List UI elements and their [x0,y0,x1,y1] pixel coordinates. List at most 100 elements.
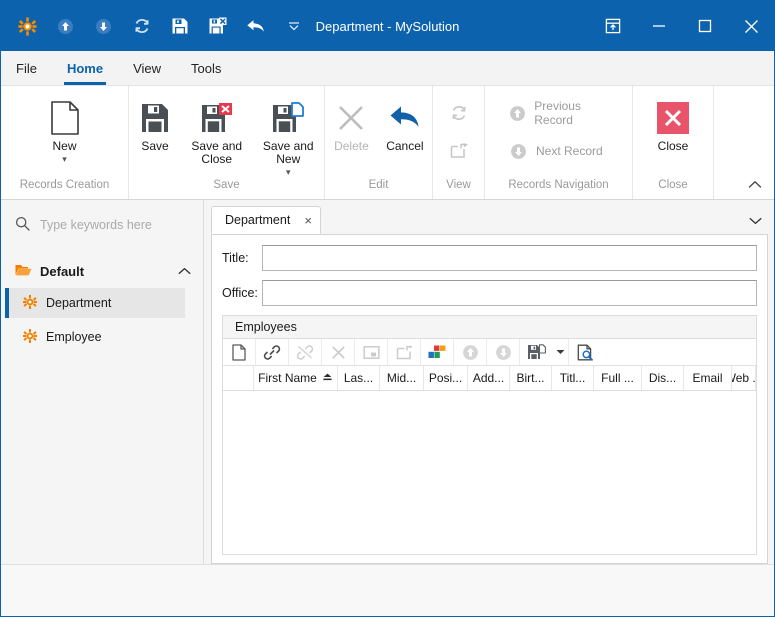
tab-file[interactable]: File [1,51,52,85]
grid-save-layout-button[interactable] [520,339,553,365]
delete-button-label: Delete [334,139,369,153]
search-input[interactable] [38,216,203,233]
delete-icon [337,96,365,140]
ribbon-group-view: View [433,86,485,199]
ribbon-group-edit-label: Edit [368,179,389,191]
refresh-button[interactable] [442,94,476,132]
save-icon [140,96,170,140]
nav-group-default[interactable]: Default [1,256,203,286]
grid-column-position[interactable]: Posi... [424,366,468,390]
ribbon-group-save: Save Save and Close Save and New ▾ Save [129,86,325,199]
chevron-up-icon[interactable] [178,264,191,278]
employees-group-title: Employees [222,315,757,339]
app-logo-icon[interactable] [13,12,42,41]
previous-record-icon [507,105,527,122]
next-record-button[interactable]: Next Record [501,132,622,170]
new-button[interactable]: New ▾ [39,92,91,166]
undo-icon[interactable] [241,12,270,41]
save-icon[interactable] [165,12,194,41]
quick-access-toolbar [1,12,308,41]
office-field[interactable] [262,280,757,306]
save-and-close-icon[interactable] [203,12,232,41]
ribbon-group-close-label: Close [658,179,688,191]
close-button[interactable] [728,1,774,51]
customize-quick-access-toolbar-icon[interactable] [279,12,308,41]
tab-panel-menu-button[interactable] [742,208,768,234]
tab-tools[interactable]: Tools [176,51,236,85]
window-controls [590,1,774,51]
save-and-close-button-label: Save and Close [191,139,243,166]
grid-save-layout-caret-button[interactable] [553,339,569,365]
title-bar: Department - MySolution [1,1,774,51]
grid-column-birthday[interactable]: Birt... [510,366,552,390]
grid-unlink-button[interactable] [289,339,322,365]
collapse-ribbon-button[interactable] [742,173,768,195]
close-record-button[interactable]: Close [647,92,699,155]
status-bar [1,564,774,616]
move-up-icon[interactable] [51,12,80,41]
previous-record-button[interactable]: Previous Record [501,94,622,132]
sidebar-item-employee[interactable]: Employee [9,322,185,352]
grid-column-full-name[interactable]: Full ... [594,366,642,390]
save-and-close-icon [200,96,234,140]
grid-column-webpage[interactable]: Web ... [732,366,756,390]
save-and-new-button-label: Save and New [262,139,314,166]
ribbon-group-records-creation-label: Records Creation [19,179,110,191]
sidebar-item-department[interactable]: Department [5,288,185,318]
sidebar-item-department-label: Department [46,296,112,310]
ribbon-tab-bar: File Home View Tools [1,51,774,86]
grid-move-up-button[interactable] [454,339,487,365]
grid-column-last-name[interactable]: Las... [338,366,380,390]
grid-export-button[interactable] [388,339,421,365]
close-icon[interactable]: × [304,213,312,228]
main-area: Default [1,200,774,564]
save-and-close-button[interactable]: Save and Close [181,92,253,168]
grid-choose-columns-button[interactable] [421,339,454,365]
maximize-button[interactable] [682,1,728,51]
search-box[interactable] [9,206,203,244]
grid-column-email[interactable]: Email [684,366,732,390]
move-down-icon[interactable] [89,12,118,41]
refresh-icon[interactable] [127,12,156,41]
grid-row-indicator-header [223,366,254,390]
ribbon-group-view-label: View [446,179,471,191]
detail-form: Title: Office: Employees First Name Las.… [211,235,768,564]
save-button[interactable]: Save [129,92,181,155]
restore-layout-button[interactable] [442,132,476,170]
ribbon: New ▾ Records Creation Save Save and Clo… [1,86,774,200]
new-document-icon [50,96,80,140]
title-field[interactable] [262,245,757,271]
gear-icon [23,294,37,312]
grid-column-first-name[interactable]: First Name [254,366,338,390]
minimize-button[interactable] [636,1,682,51]
document-tab-department[interactable]: Department × [211,206,321,234]
employees-group-box: Employees First Name Las... Mid... Posi.… [222,315,757,555]
tab-home[interactable]: Home [52,51,118,85]
ribbon-display-options-button[interactable] [590,1,636,51]
employees-grid: First Name Las... Mid... Posi... Add... … [222,339,757,555]
grid-column-address[interactable]: Add... [468,366,510,390]
ribbon-group-edit: Delete Cancel Edit [325,86,433,199]
title-field-label: Title: [222,251,249,265]
grid-move-down-button[interactable] [487,339,520,365]
grid-link-button[interactable] [256,339,289,365]
grid-column-title[interactable]: Titl... [552,366,594,390]
grid-inline-edit-button[interactable] [355,339,388,365]
close-record-icon [657,96,689,140]
grid-body[interactable] [223,391,756,554]
grid-preview-button[interactable] [569,339,602,365]
ribbon-group-records-navigation-label: Records Navigation [508,179,609,191]
next-record-icon [507,143,529,160]
tab-view[interactable]: View [118,51,176,85]
cancel-button[interactable]: Cancel [378,92,431,155]
tab-home-label: Home [66,60,104,76]
grid-delete-button[interactable] [322,339,355,365]
delete-button[interactable]: Delete [325,92,377,155]
nav-group-default-label: Default [40,263,85,279]
grid-new-button[interactable] [223,339,256,365]
document-tab-bar: Department × [211,206,768,235]
grid-column-display-name[interactable]: Dis... [642,366,684,390]
navigation-sidebar: Default [1,200,204,564]
save-and-new-button[interactable]: Save and New ▾ [253,92,325,179]
grid-column-middle-name[interactable]: Mid... [380,366,424,390]
